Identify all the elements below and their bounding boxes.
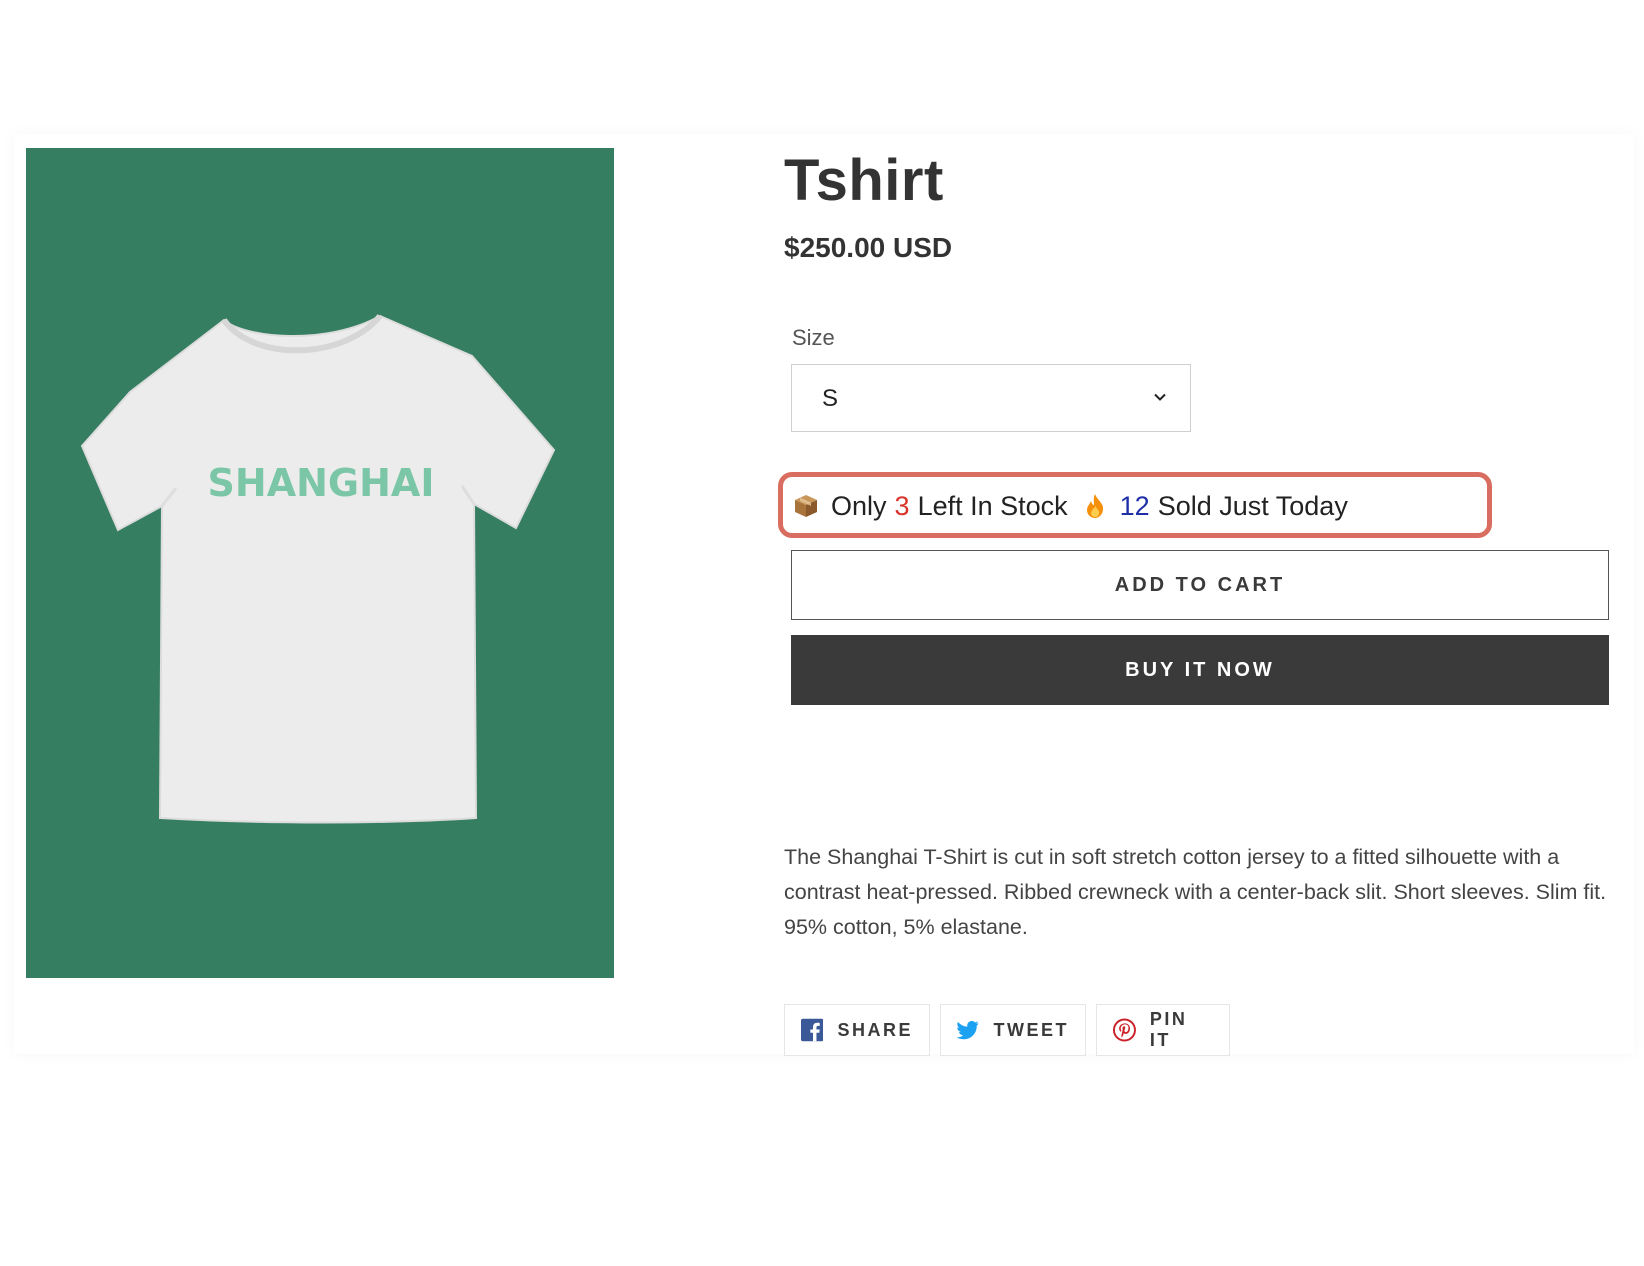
pinterest-icon (1113, 1018, 1136, 1042)
social-share-row: SHARE TWEET PIN IT (784, 1004, 1230, 1056)
pinterest-pin-label: PIN IT (1149, 1009, 1188, 1050)
add-to-cart-button[interactable]: ADD TO CART (791, 550, 1609, 620)
facebook-share-label: SHARE (837, 1019, 913, 1040)
pinterest-pin-button[interactable]: PIN IT (1096, 1004, 1230, 1056)
size-label: Size (792, 325, 835, 350)
product-description: The Shanghai T-Shirt is cut in soft stre… (784, 845, 1607, 939)
facebook-icon (801, 1018, 824, 1042)
product-image[interactable]: SHANGHAI (26, 148, 614, 978)
buy-it-now-button[interactable]: BUY IT NOW (791, 635, 1609, 705)
facebook-share-button[interactable]: SHARE (784, 1004, 930, 1056)
chevron-down-icon (1154, 393, 1166, 401)
tshirt-illustration: SHANGHAI (80, 314, 556, 824)
package-icon (795, 495, 817, 517)
stock-count: 3 (894, 490, 910, 521)
sold-count: 12 (1119, 490, 1150, 521)
size-selected-value: S (822, 385, 839, 412)
stock-only-text: Only (831, 490, 887, 521)
tshirt-print-text: SHANGHAI (208, 461, 435, 505)
product-page: SHANGHAI Tshirt $250.00 USD Size S Only … (0, 0, 1644, 1266)
twitter-icon (957, 1021, 979, 1040)
size-select[interactable]: S (791, 364, 1191, 432)
product-title: Tshirt (784, 148, 944, 213)
twitter-tweet-label: TWEET (993, 1019, 1069, 1040)
stock-urgency-banner: Only 3 Left In Stock 12 Sold Just Today (778, 472, 1492, 538)
stock-urgency-text: Only 3 Left In Stock 12 Sold Just Today (793, 489, 1348, 523)
stock-left-text: Left In Stock (917, 490, 1068, 521)
sold-today-text: Sold Just Today (1157, 490, 1348, 521)
product-price: $250.00 USD (784, 232, 953, 263)
fire-icon (1086, 494, 1103, 518)
twitter-tweet-button[interactable]: TWEET (940, 1004, 1086, 1056)
